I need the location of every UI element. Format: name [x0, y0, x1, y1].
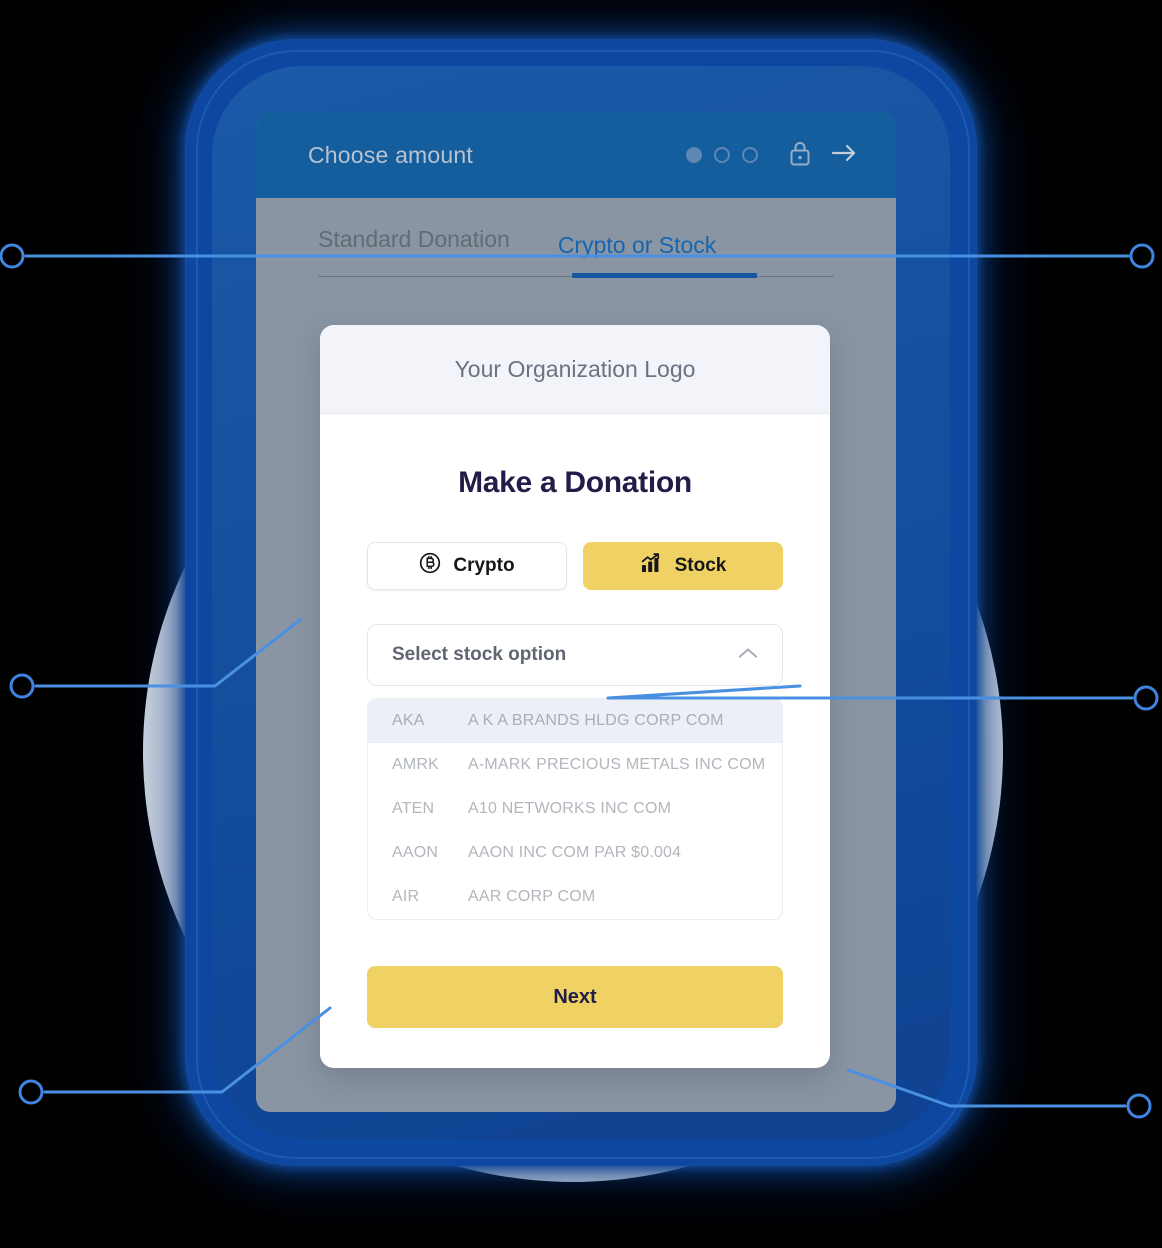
stock-symbol: AMRK: [392, 756, 440, 773]
step-dot-2[interactable]: [714, 147, 730, 163]
stock-name: A-MARK PRECIOUS METALS INC COM: [468, 756, 766, 773]
crypto-toggle-button[interactable]: Crypto: [367, 542, 567, 590]
tab-crypto-or-stock[interactable]: Crypto or Stock: [558, 198, 717, 259]
stock-name: AAON INC COM PAR $0.004: [468, 844, 682, 861]
step-dot-1[interactable]: [686, 147, 702, 163]
widget-body: Make a Donation Crypto Stock Select stoc…: [320, 414, 830, 1068]
lock-icon: [788, 140, 812, 171]
crypto-toggle-label: Crypto: [453, 555, 515, 576]
asset-type-toggle: Crypto Stock: [367, 542, 783, 590]
header-controls: [686, 140, 858, 171]
bar-chart-trend-icon: [640, 552, 663, 580]
list-item[interactable]: AMRK A-MARK PRECIOUS METALS INC COM: [368, 743, 782, 787]
stock-symbol: AKA: [392, 712, 425, 729]
widget-title: Make a Donation: [458, 466, 692, 499]
stock-symbol: AIR: [392, 888, 420, 905]
callout-marker-card-footer: [1126, 1093, 1152, 1119]
organization-logo-placeholder: Your Organization Logo: [320, 325, 830, 414]
callout-marker-next-button: [18, 1079, 44, 1105]
stock-select-placeholder: Select stock option: [392, 644, 567, 665]
stock-symbol: ATEN: [392, 800, 435, 817]
list-item[interactable]: ATEN A10 NETWORKS INC COM: [368, 787, 782, 831]
stock-select[interactable]: Select stock option: [367, 624, 783, 686]
step-dot-3[interactable]: [742, 147, 758, 163]
stock-options-list[interactable]: AKA A K A BRANDS HLDG CORP COM AMRK A-MA…: [367, 698, 783, 920]
chevron-up-icon[interactable]: [736, 645, 760, 666]
callout-marker-standard-tab: [0, 243, 25, 269]
bitcoin-icon: [419, 552, 441, 580]
callout-marker-stock-list: [1133, 685, 1159, 711]
stock-toggle-label: Stock: [674, 555, 727, 576]
app-header: Choose amount: [256, 112, 896, 198]
donation-widget-card: Your Organization Logo Make a Donation C…: [320, 325, 830, 1068]
next-button[interactable]: Next: [367, 966, 783, 1028]
callout-marker-crypto-tab: [1129, 243, 1155, 269]
list-item[interactable]: AAON AAON INC COM PAR $0.004: [368, 831, 782, 875]
page-title: Choose amount: [308, 141, 473, 168]
tab-active-underline: [572, 273, 757, 278]
arrow-right-icon[interactable]: [830, 140, 858, 171]
device-screen: Choose amount Standard Donation Crypto o…: [256, 112, 896, 1112]
stock-name: AAR CORP COM: [468, 888, 596, 905]
list-item[interactable]: AIR AAR CORP COM: [368, 875, 782, 919]
stock-name: A10 NETWORKS INC COM: [468, 800, 672, 817]
stock-symbol: AAON: [392, 844, 439, 861]
list-item[interactable]: AKA A K A BRANDS HLDG CORP COM: [368, 699, 782, 743]
mockup-stage: Choose amount Standard Donation Crypto o…: [0, 0, 1162, 1248]
stock-name: A K A BRANDS HLDG CORP COM: [468, 712, 724, 729]
callout-marker-toggle: [9, 673, 35, 699]
step-indicator: [686, 147, 758, 163]
tab-bar: Standard Donation Crypto or Stock: [256, 198, 896, 302]
stock-toggle-button[interactable]: Stock: [583, 542, 783, 590]
tab-standard-donation[interactable]: Standard Donation: [318, 198, 510, 253]
